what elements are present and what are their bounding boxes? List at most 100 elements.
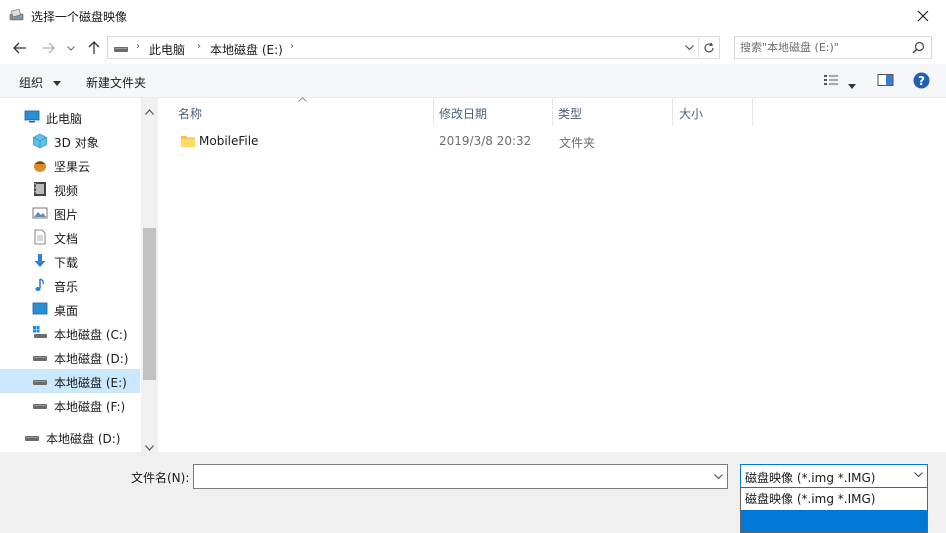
- column-header-name[interactable]: 名称: [178, 98, 433, 126]
- scrollbar-thumb[interactable]: [143, 228, 156, 380]
- column-divider[interactable]: [433, 98, 434, 126]
- recent-locations-button[interactable]: [64, 38, 78, 58]
- caret-down-icon: [848, 84, 856, 89]
- arrow-left-icon: [13, 42, 26, 54]
- picture-icon: [32, 205, 48, 221]
- sidebar-item-jianguoyun[interactable]: 坚果云: [0, 153, 140, 177]
- search-box[interactable]: [734, 36, 932, 59]
- forward-button[interactable]: [38, 38, 58, 58]
- sidebar-item-label: 桌面: [54, 304, 79, 318]
- search-input[interactable]: [740, 40, 905, 55]
- organize-label: 组织: [19, 76, 44, 90]
- table-row[interactable]: MobileFile 2019/3/8 20:32 文件夹: [172, 129, 752, 153]
- preview-pane-icon: [877, 74, 894, 86]
- music-icon: [32, 277, 48, 293]
- sidebar-item-label: 视频: [54, 184, 79, 198]
- file-type-option-highlighted[interactable]: [741, 510, 927, 532]
- scroll-down-icon[interactable]: [145, 440, 154, 451]
- breadcrumb-local-disk-e[interactable]: 本地磁盘 (E:): [210, 41, 283, 58]
- drive-icon: [32, 397, 48, 413]
- close-button[interactable]: [900, 0, 946, 32]
- sidebar-item-label: 此电脑: [46, 112, 83, 126]
- column-divider[interactable]: [752, 98, 753, 126]
- nut-icon: [32, 157, 48, 173]
- view-options-dropdown[interactable]: [848, 78, 856, 92]
- scroll-up-icon[interactable]: [145, 104, 154, 115]
- help-icon: ?: [913, 72, 930, 89]
- computer-icon: [24, 109, 40, 125]
- sidebar-item-local-disk-f[interactable]: 本地磁盘 (F:): [0, 393, 140, 417]
- column-divider[interactable]: [672, 98, 673, 126]
- document-icon: [32, 229, 48, 245]
- address-history-dropdown[interactable]: [682, 38, 696, 57]
- drive-icon: [32, 373, 48, 389]
- column-header-label: 类型: [558, 107, 583, 121]
- sidebar-item-music[interactable]: 音乐: [0, 273, 140, 297]
- sidebar-item-local-disk-c[interactable]: 本地磁盘 (C:): [0, 321, 140, 345]
- filename-label: 文件名(N):: [131, 471, 190, 485]
- chevron-down-icon: [67, 45, 75, 51]
- sort-ascending-icon: [298, 97, 307, 102]
- drive-icon: [113, 42, 129, 57]
- help-button[interactable]: ?: [913, 72, 930, 92]
- command-bar: 组织 新建文件夹 ?: [0, 64, 946, 98]
- sidebar-item-pictures[interactable]: 图片: [0, 201, 140, 225]
- column-header-label: 名称: [178, 107, 203, 121]
- column-header-type[interactable]: 类型: [558, 98, 672, 126]
- back-button[interactable]: [10, 38, 30, 58]
- file-modified: 2019/3/8 20:32: [439, 134, 532, 148]
- up-button[interactable]: [84, 38, 104, 58]
- folder-icon: [180, 133, 196, 152]
- sidebar-item-network-disk-d[interactable]: 本地磁盘 (D:): [0, 425, 140, 449]
- desktop-icon: [32, 301, 48, 317]
- chevron-down-icon: [914, 472, 923, 477]
- filename-input[interactable]: [198, 469, 703, 484]
- window-title: 选择一个磁盘映像: [31, 10, 128, 24]
- sidebar-item-downloads[interactable]: 下载: [0, 249, 140, 273]
- cube-icon: [32, 133, 48, 149]
- file-type-select[interactable]: 磁盘映像 (*.img *.IMG): [740, 464, 928, 488]
- sidebar-item-local-disk-d[interactable]: 本地磁盘 (D:): [0, 345, 140, 369]
- drive-icon: [24, 429, 40, 445]
- breadcrumb-separator: ›: [197, 41, 201, 52]
- organize-button[interactable]: 组织: [19, 74, 61, 91]
- file-type: 文件夹: [559, 136, 596, 150]
- sidebar-item-label: 文档: [54, 232, 79, 246]
- sidebar-item-3d-objects[interactable]: 3D 对象: [0, 129, 140, 153]
- file-name: MobileFile: [199, 134, 259, 148]
- filename-combobox[interactable]: [193, 464, 728, 489]
- svg-text:?: ?: [918, 74, 925, 88]
- sidebar-item-label: 本地磁盘 (D:): [54, 352, 129, 366]
- sidebar-item-label: 坚果云: [54, 160, 91, 174]
- address-bar[interactable]: › 此电脑 › 本地磁盘 (E:) ›: [107, 36, 720, 59]
- sidebar-scrollbar[interactable]: [141, 98, 158, 452]
- sidebar-item-documents[interactable]: 文档: [0, 225, 140, 249]
- column-header-size[interactable]: 大小: [679, 98, 752, 126]
- refresh-icon: [704, 42, 714, 52]
- column-divider[interactable]: [552, 98, 553, 126]
- sidebar-item-videos[interactable]: 视频: [0, 177, 140, 201]
- filename-dropdown-button[interactable]: [711, 468, 725, 485]
- refresh-button[interactable]: [698, 38, 718, 57]
- search-icon[interactable]: [912, 41, 925, 57]
- arrow-right-icon: [42, 42, 55, 54]
- change-view-button[interactable]: [823, 73, 839, 90]
- column-header-label: 修改日期: [439, 107, 488, 121]
- file-type-option[interactable]: 磁盘映像 (*.img *.IMG): [745, 490, 875, 507]
- column-header-modified[interactable]: 修改日期: [439, 98, 552, 126]
- title-bar: 选择一个磁盘映像: [0, 0, 946, 32]
- breadcrumb-this-pc[interactable]: 此电脑: [149, 41, 185, 58]
- sidebar-item-local-disk-e[interactable]: 本地磁盘 (E:): [0, 369, 140, 393]
- video-icon: [32, 181, 48, 197]
- sidebar-item-label: 本地磁盘 (E:): [54, 376, 127, 390]
- arrow-up-icon: [88, 41, 100, 54]
- sidebar-item-desktop[interactable]: 桌面: [0, 297, 140, 321]
- new-folder-button[interactable]: 新建文件夹: [86, 74, 146, 91]
- file-type-selected: 磁盘映像 (*.img *.IMG): [745, 471, 876, 485]
- disk-image-app-icon: [9, 8, 25, 24]
- sidebar-item-this-pc[interactable]: 此电脑: [0, 105, 140, 129]
- drive-icon: [32, 349, 48, 365]
- system-drive-icon: [32, 325, 48, 341]
- file-type-dropdown-list: 磁盘映像 (*.img *.IMG): [740, 488, 928, 533]
- preview-pane-button[interactable]: [877, 73, 894, 90]
